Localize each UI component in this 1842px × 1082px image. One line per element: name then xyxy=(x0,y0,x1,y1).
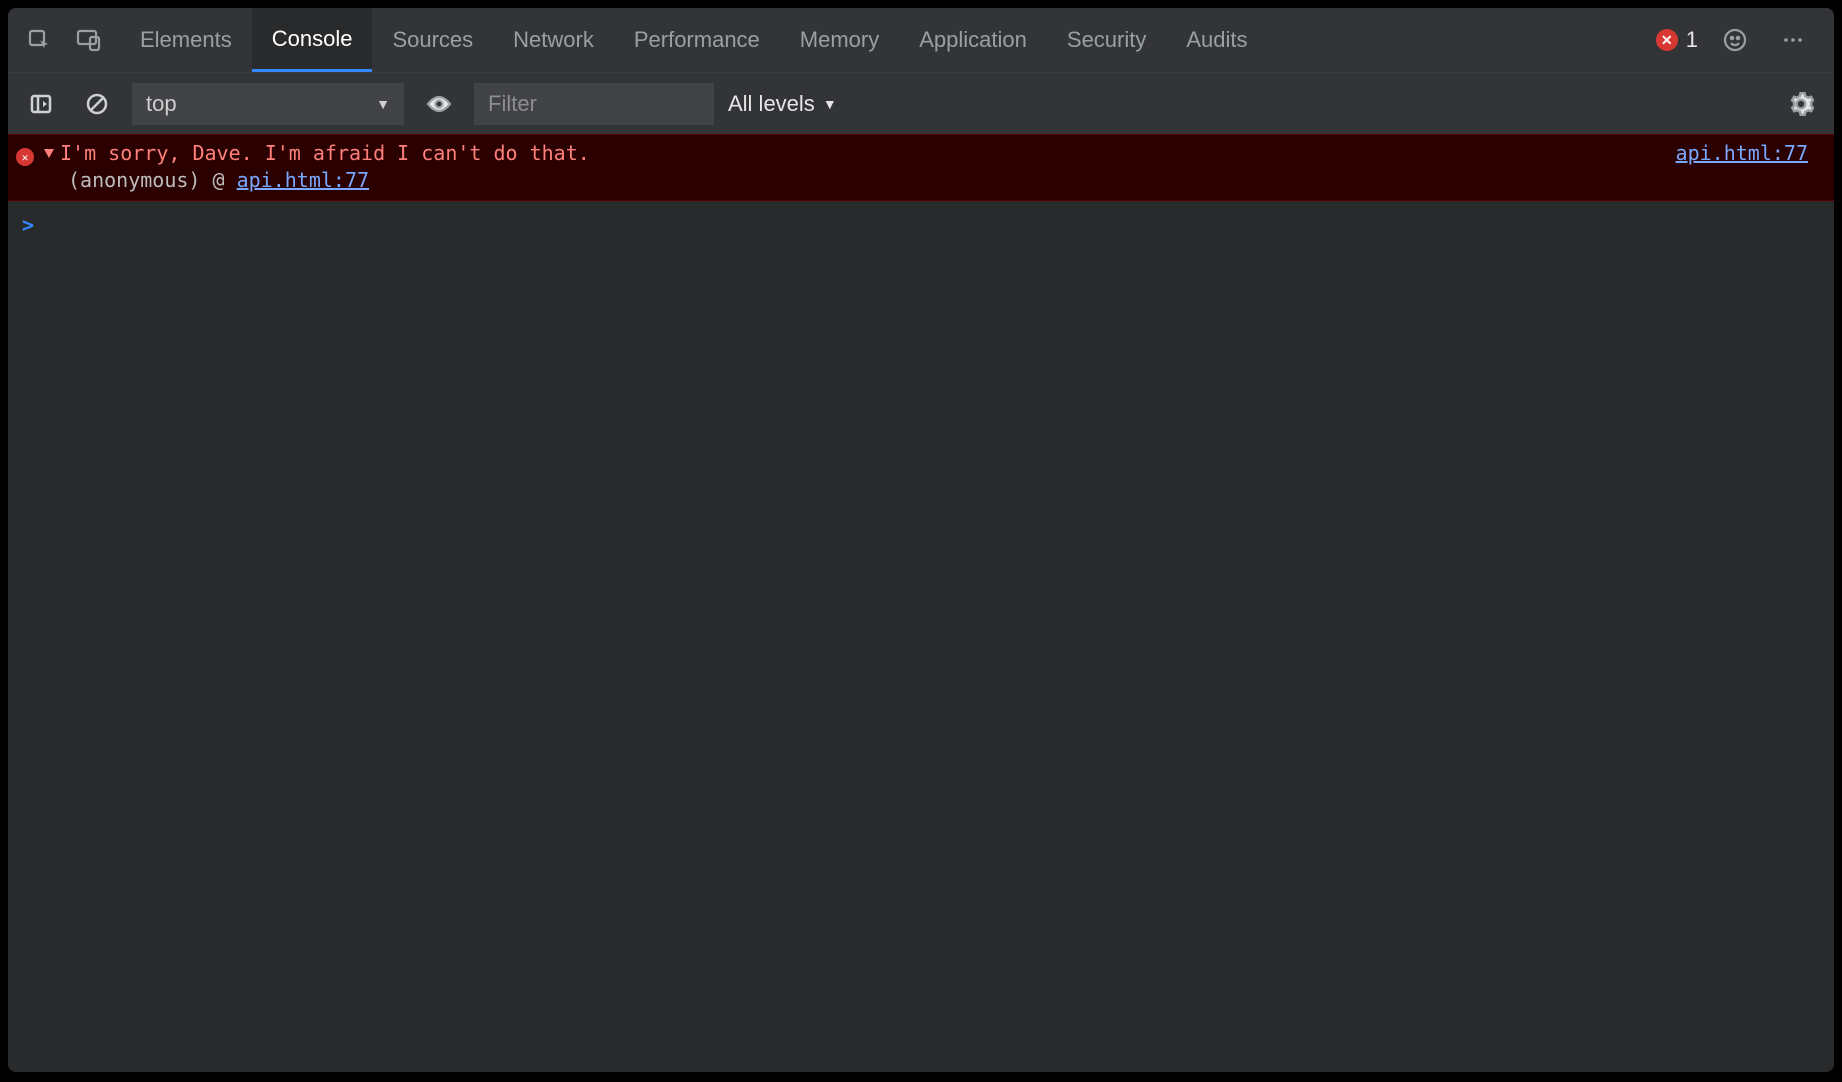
error-icon: ✕ xyxy=(16,148,34,166)
tab-network[interactable]: Network xyxy=(493,8,614,72)
tab-console[interactable]: Console xyxy=(252,8,373,72)
disclosure-triangle-icon[interactable] xyxy=(44,149,54,158)
console-error-entry: ✕ I'm sorry, Dave. I'm afraid I can't do… xyxy=(8,134,1834,201)
stack-frame-link[interactable]: api.html:77 xyxy=(237,168,369,192)
tab-performance[interactable]: Performance xyxy=(614,8,780,72)
error-dot-icon: ✕ xyxy=(1656,29,1678,51)
log-levels-label: All levels xyxy=(728,91,815,117)
chevron-down-icon: ▼ xyxy=(376,96,390,112)
stack-frame-name: (anonymous) xyxy=(68,168,200,192)
tab-sources[interactable]: Sources xyxy=(372,8,493,72)
chevron-down-icon: ▼ xyxy=(823,96,837,112)
devtools-tabbar: Elements Console Sources Network Perform… xyxy=(8,8,1834,72)
devtools-tabs: Elements Console Sources Network Perform… xyxy=(120,8,1268,72)
clear-console-icon[interactable] xyxy=(76,83,118,125)
stack-at-symbol: @ xyxy=(213,168,225,192)
console-output: ✕ I'm sorry, Dave. I'm afraid I can't do… xyxy=(8,134,1834,1072)
tab-application[interactable]: Application xyxy=(899,8,1047,72)
error-source-link[interactable]: api.html:77 xyxy=(1676,141,1808,165)
prompt-caret-icon: > xyxy=(22,213,34,237)
log-levels-select[interactable]: All levels ▼ xyxy=(728,91,837,117)
tab-elements[interactable]: Elements xyxy=(120,8,252,72)
error-count-value: 1 xyxy=(1686,27,1698,53)
error-message-text: I'm sorry, Dave. I'm afraid I can't do t… xyxy=(60,141,1676,165)
error-count-badge[interactable]: ✕ 1 xyxy=(1656,27,1698,53)
context-select[interactable]: top ▼ xyxy=(132,83,404,125)
console-prompt[interactable]: > xyxy=(8,201,1834,249)
tab-memory[interactable]: Memory xyxy=(780,8,899,72)
tab-security[interactable]: Security xyxy=(1047,8,1166,72)
live-expression-icon[interactable] xyxy=(418,83,460,125)
tab-audits[interactable]: Audits xyxy=(1166,8,1267,72)
context-select-value: top xyxy=(146,91,177,117)
smiley-icon[interactable] xyxy=(1714,19,1756,61)
settings-gear-icon[interactable] xyxy=(1780,83,1822,125)
error-stack-frame: (anonymous) @ api.html:77 xyxy=(16,168,1808,192)
device-toolbar-icon[interactable] xyxy=(68,19,110,61)
inspect-element-icon[interactable] xyxy=(18,19,60,61)
devtools-window: Elements Console Sources Network Perform… xyxy=(8,8,1834,1072)
toggle-sidebar-icon[interactable] xyxy=(20,83,62,125)
console-toolbar: top ▼ All levels ▼ xyxy=(8,72,1834,134)
more-menu-icon[interactable] xyxy=(1772,19,1814,61)
filter-input[interactable] xyxy=(474,83,714,125)
